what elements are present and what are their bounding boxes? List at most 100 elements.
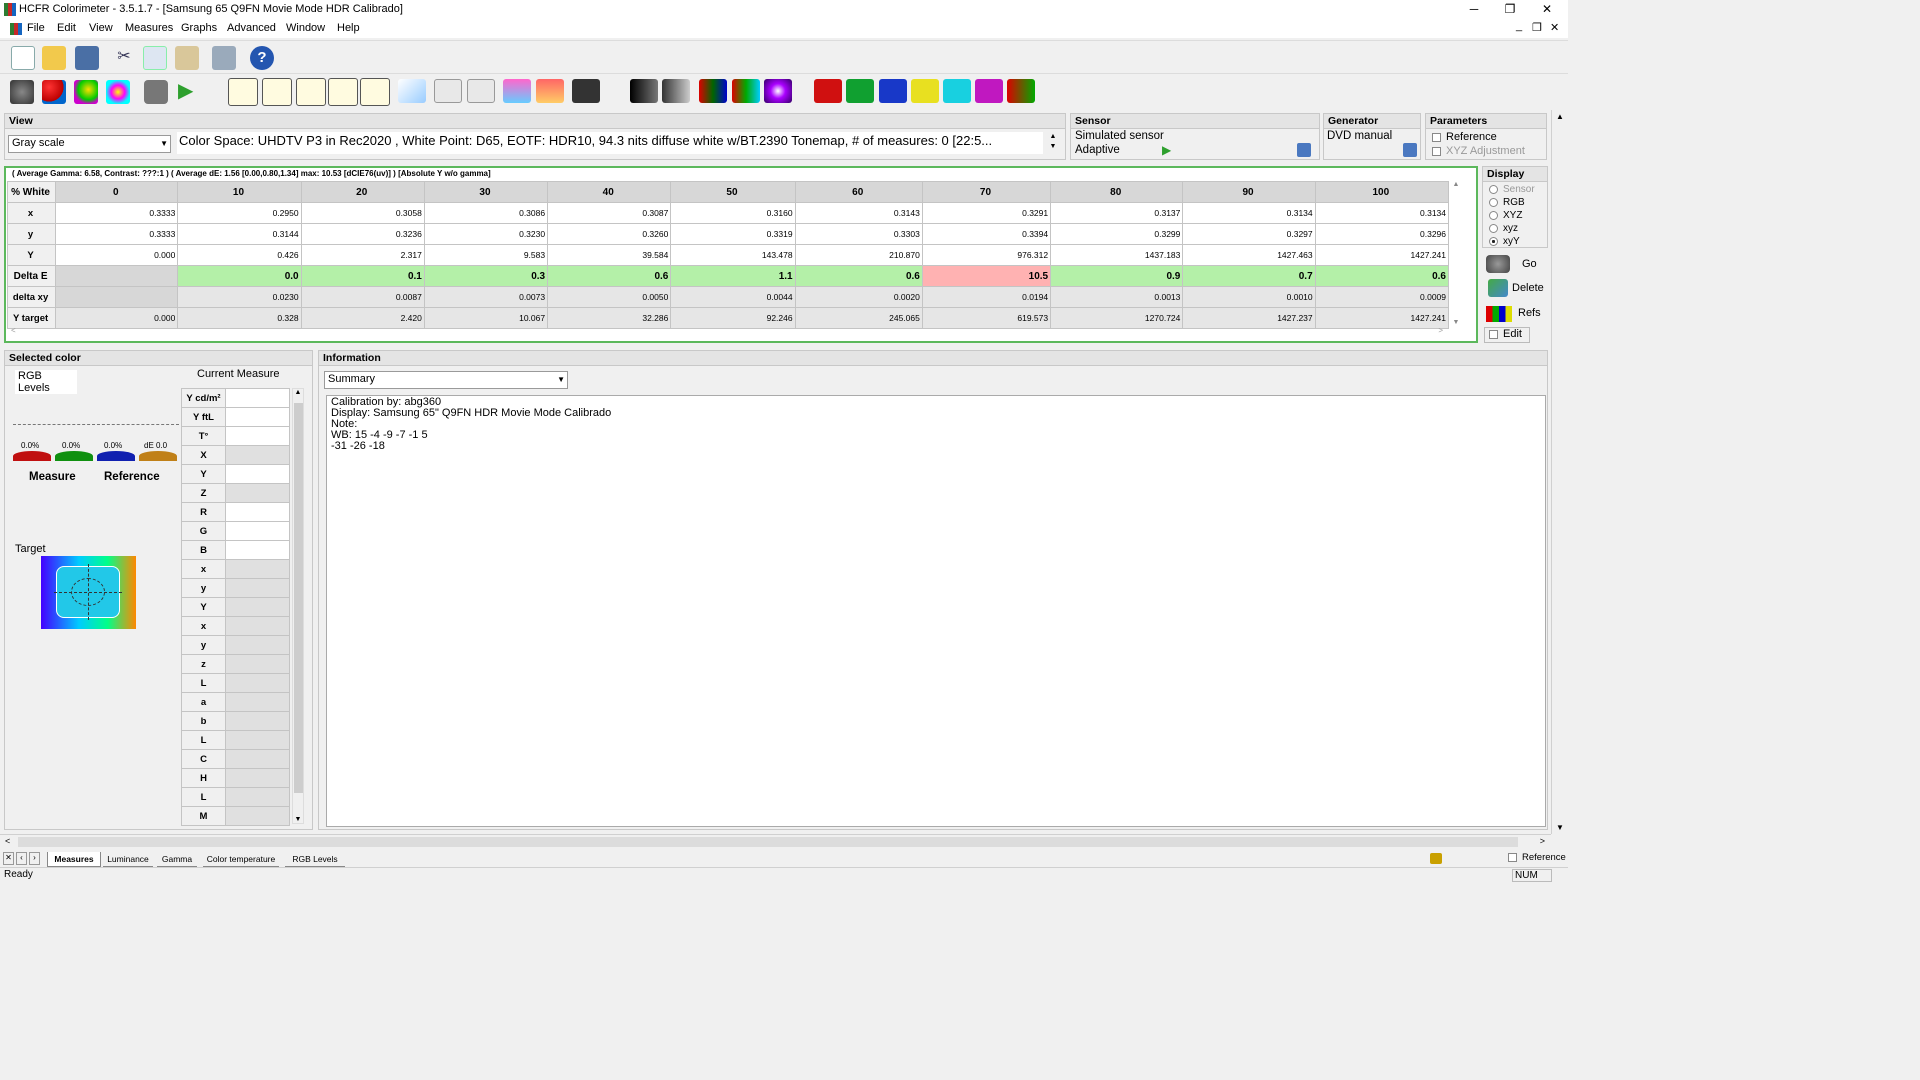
grid-cell[interactable]: 0.3134	[1182, 202, 1316, 224]
grid-cell[interactable]: 0.3087	[547, 202, 672, 224]
grid-cell[interactable]: 210.870	[794, 244, 923, 266]
tab-prev-button[interactable]: ‹	[16, 852, 27, 865]
display-option-rgb[interactable]: RGB	[1489, 196, 1547, 209]
grid-cell[interactable]: 1427.463	[1182, 244, 1316, 266]
grid-col-header[interactable]: 10	[177, 181, 302, 203]
tab-luminance[interactable]: Luminance	[103, 852, 153, 867]
grid-cell[interactable]: 0.1	[300, 265, 425, 287]
open-folder-icon[interactable]	[42, 46, 66, 70]
menu-window[interactable]: Window	[286, 22, 325, 34]
mdi-restore-button[interactable]: ❐	[1532, 21, 1542, 34]
information-text[interactable]: Calibration by: abg360 Display: Samsung …	[326, 395, 1546, 827]
grid-col-header[interactable]: 70	[921, 181, 1052, 203]
mdi-minimize-button[interactable]: _	[1516, 20, 1522, 32]
cyan-sat-icon[interactable]	[943, 79, 971, 103]
grid-cell[interactable]: 9.583	[423, 244, 549, 266]
grid-cell[interactable]: 0.7	[1182, 265, 1316, 287]
copy-icon[interactable]	[143, 46, 167, 70]
grid-col-header[interactable]: 100	[1314, 181, 1450, 203]
grid-cell[interactable]: 0.0194	[921, 286, 1052, 308]
grid-cell[interactable]: 0.0010	[1182, 286, 1316, 308]
grid-cell[interactable]: 0.3333	[55, 202, 179, 224]
grid-cell[interactable]: 1437.183	[1050, 244, 1184, 266]
mdi-close-button[interactable]: ✕	[1550, 21, 1559, 34]
gray-scale-icon[interactable]	[630, 79, 658, 103]
grid-cell[interactable]: 976.312	[921, 244, 1052, 266]
grid-cell[interactable]: 0.6	[547, 265, 672, 287]
status-settings-icon[interactable]	[1430, 853, 1442, 864]
graph-gamma-icon[interactable]	[228, 78, 258, 106]
magenta-sat-icon[interactable]	[975, 79, 1003, 103]
graph-delta-icon[interactable]	[360, 78, 390, 106]
grid-col-header[interactable]: 50	[670, 181, 796, 203]
graph-luminance-icon[interactable]	[262, 78, 292, 106]
secondaries-sat-icon[interactable]	[732, 79, 760, 103]
grid-cell[interactable]: 0.3134	[1314, 202, 1450, 224]
grid-cell[interactable]: 0.0073	[423, 286, 549, 308]
edit-toggle[interactable]: Edit	[1484, 327, 1530, 343]
view-mode-select[interactable]: Gray scale ▼	[8, 135, 171, 153]
all-sat-icon[interactable]	[1007, 79, 1035, 103]
grid-cell[interactable]: 0.426	[177, 244, 302, 266]
contrast-icon[interactable]	[764, 79, 792, 103]
red-sat-icon[interactable]	[814, 79, 842, 103]
grid-cell[interactable]: 0.3137	[1050, 202, 1184, 224]
grid-col-header[interactable]: 0	[55, 181, 179, 203]
blue-sat-icon[interactable]	[879, 79, 907, 103]
secondaries-icon[interactable]	[74, 80, 98, 104]
grid-cell[interactable]: 2.317	[300, 244, 425, 266]
new-file-icon[interactable]	[11, 46, 35, 70]
grid-cell[interactable]: 0.0044	[670, 286, 796, 308]
grid-col-header[interactable]: 20	[300, 181, 425, 203]
grid-cell[interactable]	[55, 286, 179, 308]
graph-rgb-levels-icon[interactable]	[328, 78, 358, 106]
grid-hscroll[interactable]: < >	[7, 326, 1449, 339]
grid-cell[interactable]: 0.0013	[1050, 286, 1184, 308]
sensor-play-icon[interactable]: ▶	[1162, 143, 1171, 157]
primaries-sat-icon[interactable]	[699, 79, 727, 103]
menu-graphs[interactable]: Graphs	[181, 22, 217, 34]
go-button[interactable]: Go	[1484, 253, 1548, 275]
grid-cell[interactable]	[55, 265, 179, 287]
menu-measures[interactable]: Measures	[125, 22, 173, 34]
graph-saturation-icon[interactable]	[434, 79, 462, 103]
near-black-icon[interactable]	[662, 79, 690, 103]
refs-button[interactable]: Refs	[1484, 302, 1548, 324]
graph-rgb-icon[interactable]	[296, 78, 326, 106]
grid-cell[interactable]: 0.3297	[1182, 223, 1316, 245]
maximize-button[interactable]: ❐	[1493, 2, 1527, 18]
main-hscroll[interactable]: < >	[0, 834, 1551, 849]
grid-row-header[interactable]: x	[6, 202, 57, 224]
grid-row-header[interactable]: Delta E	[6, 265, 57, 287]
menu-file[interactable]: File	[27, 22, 45, 34]
rgb-primaries-icon[interactable]	[42, 80, 66, 104]
grid-cell[interactable]: 0.3230	[423, 223, 549, 245]
grid-cell[interactable]: 0.6	[1314, 265, 1450, 287]
view-info-spinner[interactable]: ▲ ▼	[1046, 132, 1060, 154]
grid-cell[interactable]: 39.584	[547, 244, 672, 266]
menu-view[interactable]: View	[89, 22, 113, 34]
graph-spectrum-icon[interactable]	[536, 79, 564, 103]
tab-measures[interactable]: Measures	[47, 852, 101, 867]
generator-config-icon[interactable]	[1403, 143, 1417, 157]
grid-cell[interactable]: 0.3144	[177, 223, 302, 245]
grid-cell[interactable]: 0.3319	[670, 223, 796, 245]
close-button[interactable]: ✕	[1530, 2, 1564, 18]
grid-col-header[interactable]: 60	[794, 181, 923, 203]
tab-first-button[interactable]: ✕	[3, 852, 14, 865]
print-icon[interactable]	[212, 46, 236, 70]
grid-cell[interactable]: 0.3260	[547, 223, 672, 245]
grid-cell[interactable]: 0.0020	[794, 286, 923, 308]
grid-cell[interactable]: 0.2950	[177, 202, 302, 224]
grid-cell[interactable]: 0.0	[177, 265, 302, 287]
grid-col-header[interactable]: 40	[547, 181, 672, 203]
grid-cell[interactable]: 0.3236	[300, 223, 425, 245]
grid-cell[interactable]: 0.3058	[300, 202, 425, 224]
sensor-probe-icon[interactable]	[10, 80, 34, 104]
grid-cell[interactable]: 0.3086	[423, 202, 549, 224]
tab-next-button[interactable]: ›	[29, 852, 40, 865]
grid-col-header[interactable]: 90	[1182, 181, 1316, 203]
grid-col-header[interactable]: 30	[423, 181, 549, 203]
grid-corner-header[interactable]: % White	[6, 181, 57, 203]
help-icon[interactable]: ?	[250, 46, 274, 70]
